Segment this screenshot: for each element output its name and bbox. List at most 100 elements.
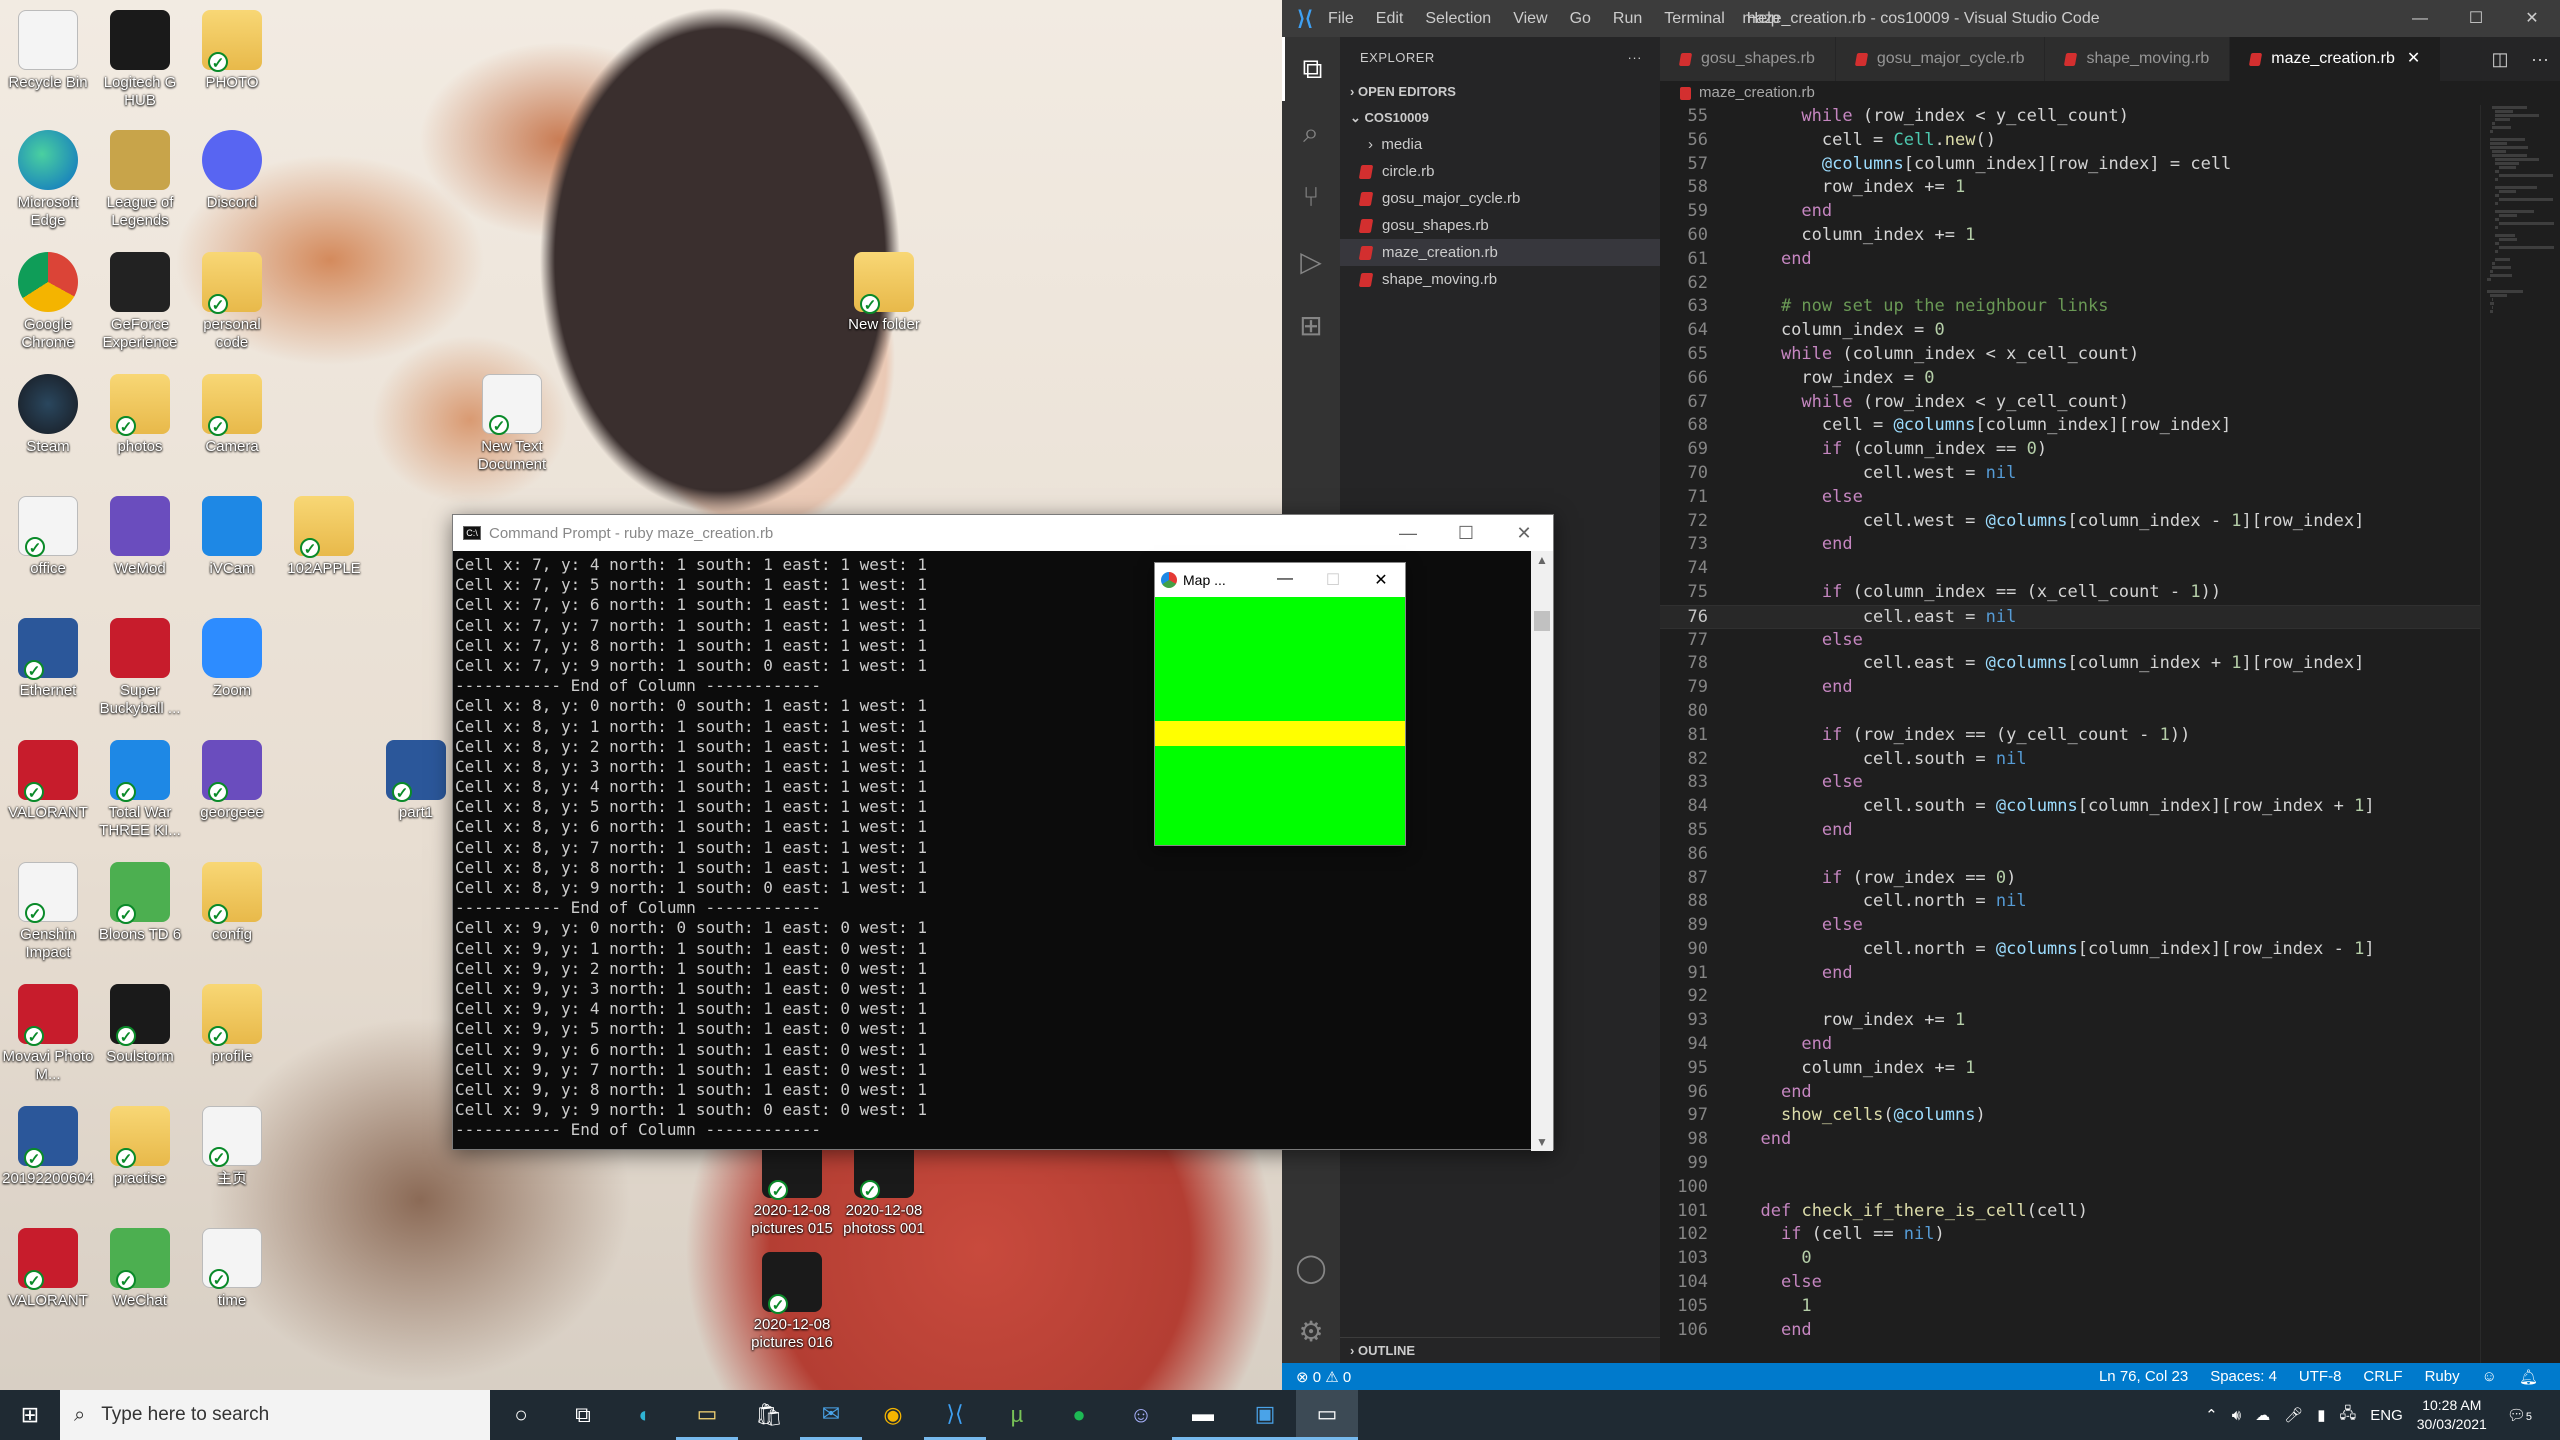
code-line[interactable]: 65 while (column_index < x_cell_count) [1660,343,2480,367]
desktop-icon[interactable]: ✓ Movavi Photo M... [2,984,94,1084]
workspace-folder[interactable]: ⌄ COS10009 [1340,105,1660,131]
tab-gosu-shapes[interactable]: gosu_shapes.rb [1660,37,1836,81]
open-editors-section[interactable]: › OPEN EDITORS [1340,79,1660,105]
outline-section[interactable]: › OUTLINE [1340,1337,1660,1363]
desktop-icon[interactable]: ✓ practise [94,1106,186,1188]
minimap[interactable] [2480,105,2560,1363]
code-line[interactable]: 93 row_index += 1 [1660,1009,2480,1033]
close-button[interactable]: ✕ [1357,570,1405,590]
menu-edit[interactable]: Edit [1376,10,1404,27]
taskbar-search[interactable]: ⌕ Type here to search [60,1390,490,1440]
desktop-icon[interactable]: League of Legends [94,130,186,230]
code-line[interactable]: 79 end [1660,676,2480,700]
clock[interactable]: 10:28 AM 30/03/2021 [2417,1396,2487,1434]
maximize-button[interactable]: ☐ [2448,0,2504,37]
code-line[interactable]: 62 [1660,272,2480,296]
code-line[interactable]: 77 else [1660,629,2480,653]
code-line[interactable]: 59 end [1660,200,2480,224]
code-line[interactable]: 85 end [1660,819,2480,843]
code-line[interactable]: 56 cell = Cell.new() [1660,129,2480,153]
desktop-icon[interactable]: ✓ part1 [370,740,462,822]
code-line[interactable]: 104 else [1660,1271,2480,1295]
explorer-icon[interactable]: ⧉ [1282,37,1340,101]
code-line[interactable]: 87 if (row_index == 0) [1660,867,2480,891]
code-line[interactable]: 94 end [1660,1033,2480,1057]
menu-file[interactable]: File [1328,10,1354,27]
feedback-icon[interactable]: ☺ [2482,1368,2497,1386]
tree-file-gosu-shapes[interactable]: gosu_shapes.rb [1340,212,1660,239]
code-editor[interactable]: 55 while (row_index < y_cell_count) 56 ce… [1660,105,2480,1363]
desktop-icon[interactable]: ✓ 2020-12-08 pictures 016 [746,1252,838,1352]
desktop-icon[interactable]: Logitech G HUB [94,10,186,110]
accounts-icon[interactable]: ◯ [1282,1235,1340,1299]
code-line[interactable]: 58 row_index += 1 [1660,176,2480,200]
code-line[interactable]: 72 cell.west = @columns[column_index - 1… [1660,510,2480,534]
code-line[interactable]: 68 cell = @columns[column_index][row_ind… [1660,414,2480,438]
close-tab-icon[interactable]: ✕ [2407,37,2420,81]
desktop-icon[interactable]: Google Chrome [2,252,94,352]
code-line[interactable]: 95 column_index += 1 [1660,1057,2480,1081]
code-line[interactable]: 76 cell.east = nil [1660,604,2480,629]
code-line[interactable]: 80 [1660,700,2480,724]
task-view-icon[interactable]: ⧉ [552,1390,614,1440]
close-button[interactable]: ✕ [1495,523,1553,544]
code-line[interactable]: 69 if (column_index == 0) [1660,438,2480,462]
photos-icon[interactable]: ▣ [1234,1390,1296,1440]
vertical-scrollbar[interactable]: ▲ ▼ [1531,551,1553,1151]
store-icon[interactable]: 🛍︎ [738,1390,800,1440]
settings-gear-icon[interactable]: ⚙ [1282,1299,1340,1363]
code-line[interactable]: 61 end [1660,248,2480,272]
chrome-icon[interactable]: ◉ [862,1390,924,1440]
file-explorer-icon[interactable]: ▭ [676,1390,738,1440]
scroll-up-icon[interactable]: ▲ [1531,553,1553,567]
desktop-icon[interactable]: ✓ Bloons TD 6 [94,862,186,944]
show-hidden-icons-icon[interactable]: ⌃ [2205,1406,2218,1424]
desktop-icon[interactable]: ✓ 102APPLE [278,496,370,578]
encoding-status[interactable]: UTF-8 [2299,1368,2342,1386]
maximize-button[interactable]: ☐ [1309,570,1357,590]
tab-maze-creation[interactable]: maze_creation.rb ✕ [2230,37,2442,81]
language-indicator[interactable]: ENG [2370,1407,2403,1424]
code-line[interactable]: 97 show_cells(@columns) [1660,1104,2480,1128]
maximize-button[interactable]: ☐ [1437,523,1495,544]
tree-file-maze-creation[interactable]: maze_creation.rb [1340,239,1660,266]
map-titlebar[interactable]: Map ... — ☐ ✕ [1155,563,1405,597]
desktop-icon[interactable]: ✓ 主页 [186,1106,278,1188]
run-debug-icon[interactable]: ▷ [1282,229,1340,293]
tree-file-circle[interactable]: circle.rb [1340,158,1660,185]
code-line[interactable]: 89 else [1660,914,2480,938]
menu-view[interactable]: View [1513,10,1547,27]
desktop-icon[interactable]: iVCam [186,496,278,578]
cloud-icon[interactable]: ☁ [2255,1406,2270,1424]
desktop-icon[interactable]: ✓ PHOTO [186,10,278,92]
desktop-icon[interactable]: GeForce Experience [94,252,186,352]
code-line[interactable]: 92 [1660,985,2480,1009]
menu-go[interactable]: Go [1570,10,1591,27]
code-line[interactable]: 90 cell.north = @columns[column_index][r… [1660,938,2480,962]
code-line[interactable]: 70 cell.west = nil [1660,462,2480,486]
code-line[interactable]: 66 row_index = 0 [1660,367,2480,391]
notifications-bell-icon[interactable]: 🔔︎ [2519,1368,2538,1386]
close-button[interactable]: ✕ [2504,0,2560,37]
code-line[interactable]: 63 # now set up the neighbour links [1660,295,2480,319]
code-line[interactable]: 102 if (cell == nil) [1660,1223,2480,1247]
desktop-icon[interactable]: WeMod [94,496,186,578]
desktop-icon[interactable]: ✓ profile [186,984,278,1066]
code-line[interactable]: 98 end [1660,1128,2480,1152]
tree-file-shape-moving[interactable]: shape_moving.rb [1340,266,1660,293]
more-actions-icon[interactable]: ··· [2520,37,2560,81]
breadcrumb[interactable]: maze_creation.rb [1660,81,2560,105]
problems-status[interactable]: ⊗ 0 ⚠ 0 [1282,1368,1351,1386]
desktop-icon[interactable]: ✓ VALORANT [2,1228,94,1310]
utorrent-icon[interactable]: µ [986,1390,1048,1440]
search-icon[interactable]: ⌕ [1282,101,1340,165]
language-mode[interactable]: Ruby [2425,1368,2460,1386]
desktop-icon[interactable]: ✓ Soulstorm [94,984,186,1066]
desktop-icon[interactable]: ✓ WeChat [94,1228,186,1310]
tab-shape-moving[interactable]: shape_moving.rb [2045,37,2231,81]
desktop-icon[interactable]: ✓ 20192200604 [2,1106,94,1188]
desktop-icon[interactable]: ✓ New folder [838,252,930,334]
minimize-button[interactable]: — [1261,570,1309,590]
code-line[interactable]: 88 cell.north = nil [1660,890,2480,914]
menu-terminal[interactable]: Terminal [1664,10,1724,27]
